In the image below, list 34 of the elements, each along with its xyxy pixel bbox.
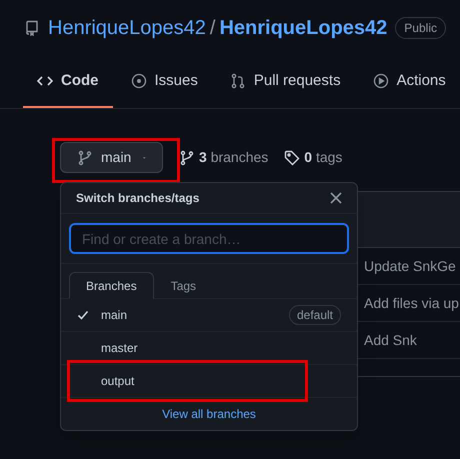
commit-message: Update SnkGe: [364, 256, 457, 276]
branch-name: master: [101, 340, 139, 357]
branch-item[interactable]: master: [61, 332, 357, 365]
default-label: default: [288, 305, 341, 325]
pull-request-icon: [230, 73, 246, 89]
repo-icon: [24, 20, 40, 36]
dropdown-tab[interactable]: Tags: [154, 272, 214, 299]
play-circle-icon: [372, 73, 389, 89]
repo-tab[interactable]: Code: [23, 56, 112, 108]
branch-search-field[interactable]: Find or create a branch…: [69, 223, 349, 254]
branch-icon: [179, 150, 195, 166]
branch-name: output: [101, 373, 136, 390]
owner-link[interactable]: HenriqueLopes42: [48, 13, 206, 43]
branch-select-button[interactable]: main: [60, 142, 163, 173]
view-all-branches-link[interactable]: View all branches: [162, 405, 256, 423]
branch-icon: [77, 150, 93, 166]
tag-icon: [284, 150, 300, 166]
tags-link[interactable]: 0 tags: [304, 147, 342, 168]
repo-tab[interactable]: Pull requests: [216, 56, 355, 108]
dropdown-tab[interactable]: Branches: [69, 272, 154, 299]
visibility-label: Public: [395, 17, 446, 39]
repo-tab[interactable]: Issues: [116, 56, 212, 108]
close-icon[interactable]: [330, 192, 342, 204]
branch-name: main: [101, 307, 128, 324]
branch-item[interactable]: output: [61, 365, 357, 398]
circle-dot-icon: [130, 73, 146, 89]
dropdown-title: Switch branches/tags: [76, 190, 200, 207]
branch-item[interactable]: main default: [61, 299, 357, 332]
commit-message: Add files via up: [364, 294, 459, 313]
repo-tab[interactable]: Actions: [358, 56, 460, 108]
commit-message: Add Snk: [364, 330, 418, 350]
branches-link[interactable]: 3 branches: [199, 147, 268, 168]
repo-name-link[interactable]: HenriqueLopes42: [219, 13, 388, 43]
path-separator: /: [210, 16, 216, 41]
